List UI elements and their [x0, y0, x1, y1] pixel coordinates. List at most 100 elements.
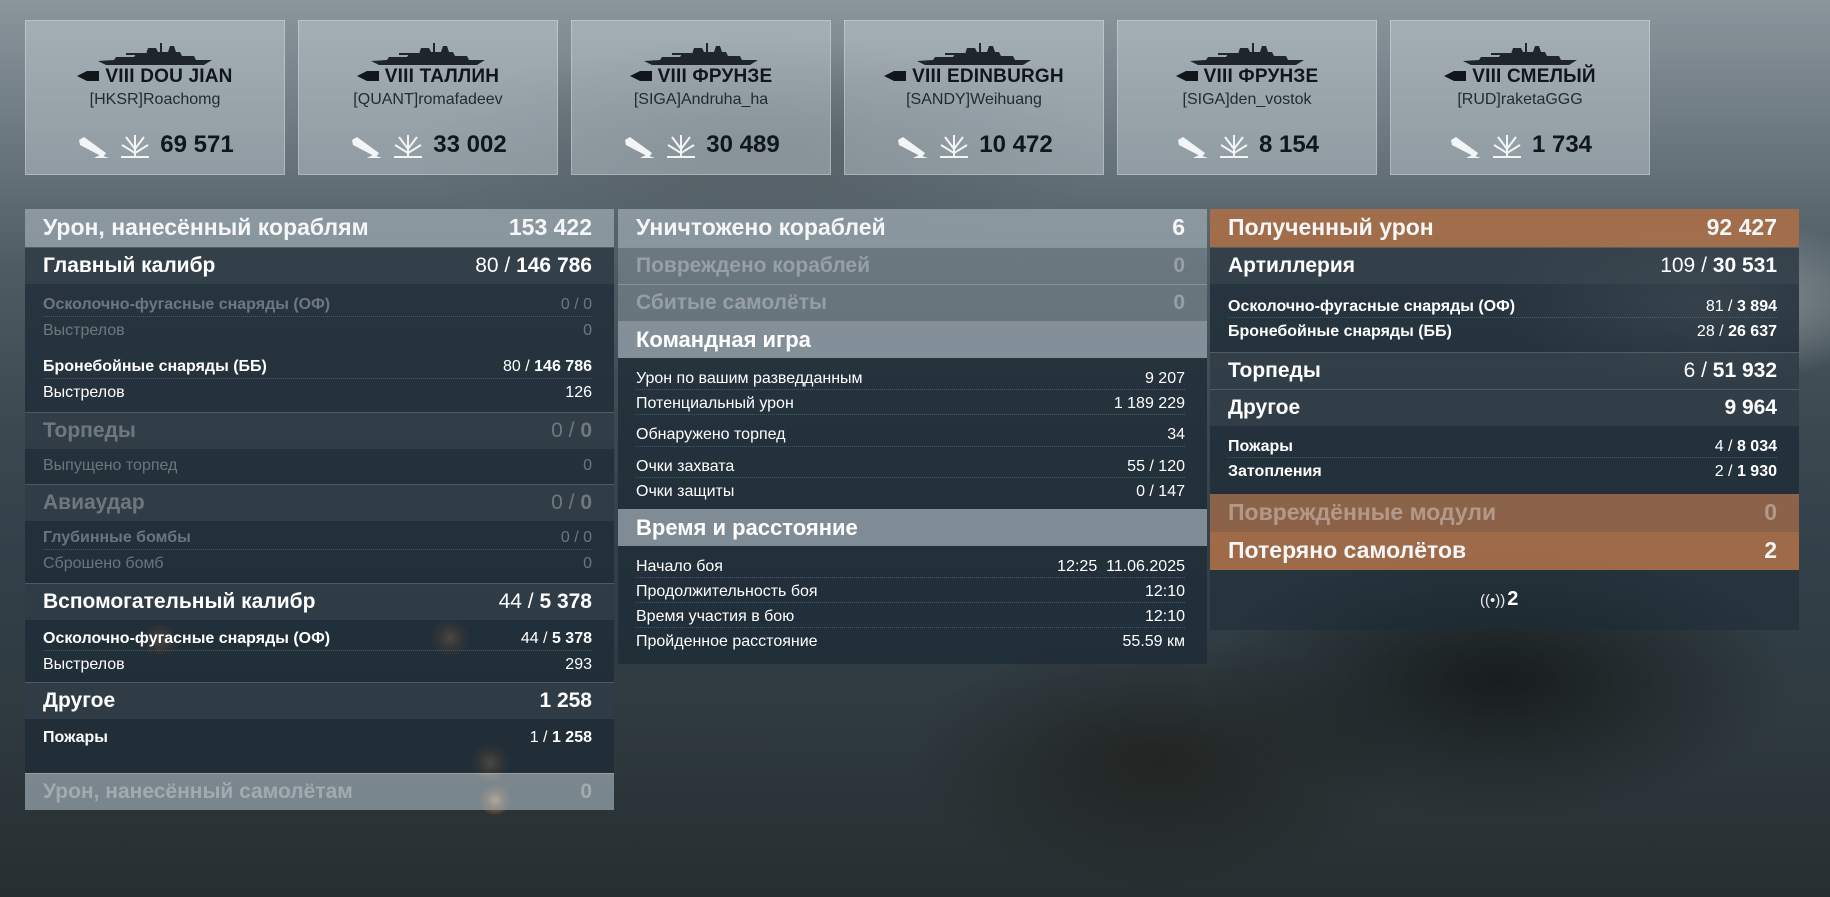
damage-icon: [118, 131, 152, 159]
aircraft-damage-row: Урон, нанесённый самолётам 0: [25, 773, 614, 810]
damage-icon: [391, 131, 425, 159]
ship-class-icon: [356, 65, 379, 81]
player-card[interactable]: VIII СМЕЛЫЙ [RUD]raketaGGG 1 734: [1390, 20, 1650, 175]
other-damage-details: Пожары 1 / 1 258: [25, 719, 614, 773]
damage-icon: [1490, 131, 1524, 159]
battle-start-row: Начало боя 12:25 11.06.2025: [618, 554, 1207, 579]
potential-damage-row: Потенциальный урон 1 189 229: [618, 391, 1207, 416]
ap-shots-row: Выстрелов 126: [43, 384, 592, 401]
received-flooding-row: Затопления 2 / 1 930: [1228, 463, 1777, 480]
capture-points-row: Очки захвата 55 / 120: [618, 454, 1207, 479]
ship-name: VIII ФРУНЗЕ: [572, 65, 830, 88]
ship-silhouette-icon: [1188, 41, 1306, 67]
teamplay-details: Урон по вашим разведданным 9 207 Потенци…: [618, 358, 1207, 509]
ship-silhouette-icon: [369, 41, 487, 67]
ship-tier: VIII: [384, 66, 415, 87]
player-damage: 30 489: [706, 131, 780, 158]
ship-silhouette-icon: [96, 41, 214, 67]
battle-duration-row: Продолжительность боя 12:10: [618, 579, 1207, 604]
ship-class-icon: [77, 65, 100, 81]
fires-row: Пожары 1 / 1 258: [43, 729, 592, 746]
torpedo-hit-icon: [622, 131, 656, 159]
ship-name: VIII СМЕЛЫЙ: [1391, 65, 1649, 88]
card-stats: 8 154: [1118, 131, 1376, 159]
planes-lost-row: Потеряно самолётов 2: [1210, 532, 1799, 570]
player-card[interactable]: VIII ФРУНЗЕ [SIGA]den_vostok 8 154: [1117, 20, 1377, 175]
spotting-damage-row: Урон по вашим разведданным 9 207: [618, 366, 1207, 391]
player-card[interactable]: VIII ФРУНЗЕ [SIGA]Andruha_ha 30 489: [571, 20, 831, 175]
damage-dealt-panel: Урон, нанесённый кораблям 153 422 Главны…: [25, 209, 614, 810]
spotted-area: ((•)) 2: [1210, 570, 1799, 630]
ship-name: VIII EDINBURGH: [845, 65, 1103, 88]
ship-tier: VIII: [912, 66, 942, 87]
ship-silhouette-icon: [1461, 41, 1579, 67]
main-caliber-row: Главный калибр 80 / 146 786: [25, 247, 614, 284]
battle-summary-panel: Уничтожено кораблей 6 Повреждено корабле…: [618, 209, 1207, 664]
received-other-details: Пожары 4 / 8 034 Затопления 2 / 1 930: [1210, 426, 1799, 494]
artillery-details: Осколочно-фугасные снаряды (ОФ) 81 / 3 8…: [1210, 284, 1799, 352]
airstrike-row: Авиаудар 0 / 0: [25, 484, 614, 521]
ships-damaged-row: Повреждено кораблей 0: [618, 247, 1207, 284]
card-stats: 10 472: [845, 131, 1103, 159]
damaged-modules-row: Повреждённые модули 0: [1210, 494, 1799, 532]
damage-to-ships-header: Урон, нанесённый кораблям 153 422: [25, 209, 614, 247]
other-damage-row: Другое 1 258: [25, 682, 614, 719]
damage-icon: [937, 131, 971, 159]
player-name: [HKSR]Roachomg: [89, 91, 221, 108]
torpedo-hit-icon: [349, 131, 383, 159]
player-damage: 8 154: [1258, 131, 1320, 158]
artillery-row: Артиллерия 109 / 30 531: [1210, 247, 1799, 284]
ship-title: ФРУНЗЕ: [692, 66, 773, 87]
ship-name: VIII ФРУНЗЕ: [1118, 65, 1376, 88]
received-he-row: Осколочно-фугасные снаряды (ОФ) 81 / 3 8…: [1210, 294, 1799, 319]
ship-silhouette-icon: [642, 41, 760, 67]
ship-tier: VIII: [105, 66, 135, 87]
player-name: [QUANT]romafadeev: [353, 91, 503, 108]
player-name: [SANDY]Weihuang: [906, 91, 1042, 108]
time-distance-details: Начало боя 12:25 11.06.2025 Продолжитель…: [618, 546, 1207, 664]
ship-silhouette-icon: [915, 41, 1033, 67]
ship-title: СМЕЛЫЙ: [1507, 66, 1596, 87]
planes-shot-row: Сбитые самолёты 0: [618, 284, 1207, 321]
received-damage-header: Полученный урон 92 427: [1210, 209, 1799, 247]
ship-name: VIII ТАЛЛИН: [299, 65, 557, 88]
secondary-shots-row: Выстрелов 293: [43, 656, 592, 673]
torpedoes-row: Торпеды 0 / 0: [25, 412, 614, 449]
ship-class-icon: [629, 65, 652, 81]
damage-icon: [1217, 131, 1251, 159]
time-in-battle-row: Время участия в бою 12:10: [618, 604, 1207, 629]
ship-name: VIII DOU JIAN: [26, 65, 284, 88]
received-fires-row: Пожары 4 / 8 034: [1210, 434, 1799, 459]
time-distance-header: Время и расстояние: [618, 509, 1207, 546]
player-name: [RUD]raketaGGG: [1457, 91, 1583, 108]
damage-received-panel: Полученный урон 92 427 Артиллерия 109 / …: [1210, 209, 1799, 630]
ship-tier: VIII: [1203, 66, 1233, 87]
teamplay-header: Командная игра: [618, 321, 1207, 358]
defense-points-row: Очки защиты 0 / 147: [636, 483, 1185, 500]
ship-tier: VIII: [1472, 66, 1502, 87]
player-card[interactable]: VIII EDINBURGH [SANDY]Weihuang 10 472: [844, 20, 1104, 175]
torpedoes-launched-row: Выпущено торпед 0: [43, 457, 592, 474]
ship-title: ТАЛЛИН: [419, 66, 500, 87]
he-shots-row: Выстрелов 0: [43, 322, 592, 339]
player-damage: 33 002: [433, 131, 507, 158]
card-stats: 1 734: [1391, 131, 1649, 159]
main-caliber-details: Осколочно-фугасные снаряды (ОФ) 0 / 0 Вы…: [25, 284, 614, 412]
airstrike-details: Глубинные бомбы 0 / 0 Сброшено бомб 0: [25, 521, 614, 583]
player-damage: 10 472: [979, 131, 1053, 158]
depth-charges-row: Глубинные бомбы 0 / 0: [25, 525, 614, 551]
bombs-dropped-row: Сброшено бомб 0: [43, 555, 592, 572]
player-card[interactable]: VIII ТАЛЛИН [QUANT]romafadeev 33 002: [298, 20, 558, 175]
torpedo-details: Выпущено торпед 0: [25, 449, 614, 484]
distance-row: Пройденное расстояние 55.59 км: [636, 633, 1185, 650]
ship-title: DOU JIAN: [140, 66, 233, 87]
player-card[interactable]: VIII DOU JIAN [HKSR]Roachomg 69 571: [25, 20, 285, 175]
torpedo-hit-icon: [1448, 131, 1482, 159]
secondary-he-row: Осколочно-фугасные снаряды (ОФ) 44 / 5 3…: [25, 626, 614, 652]
player-damage: 69 571: [160, 131, 234, 158]
card-stats: 69 571: [26, 131, 284, 159]
torpedoes-spotted-row: Обнаружено торпед 34: [618, 422, 1207, 448]
ship-class-icon: [1444, 65, 1467, 81]
ship-class-icon: [884, 65, 907, 81]
ship-title: EDINBURGH: [946, 66, 1064, 87]
